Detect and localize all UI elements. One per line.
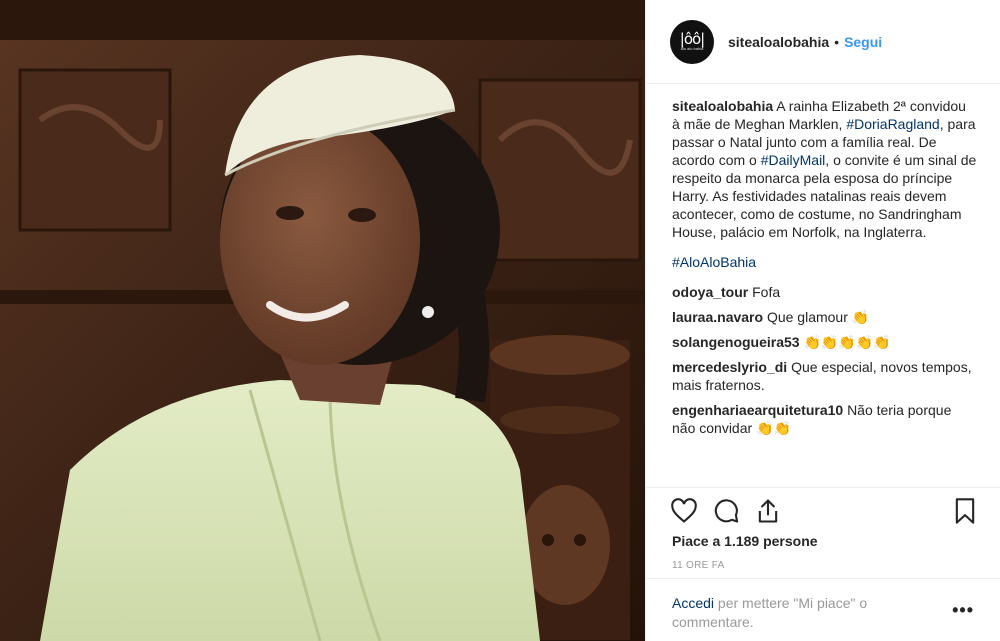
caption-hashtag-line: #AloAloBahia bbox=[672, 253, 977, 271]
hashtag-link-doriaragland[interactable]: #DoriaRagland bbox=[846, 116, 939, 132]
hashtag-link-aloalobahia[interactable]: #AloAloBahia bbox=[672, 254, 756, 270]
post-timestamp: 11 ORE FA bbox=[672, 560, 725, 571]
post-actions-bar bbox=[646, 487, 1000, 531]
heart-icon[interactable] bbox=[670, 497, 698, 525]
share-icon[interactable] bbox=[754, 497, 782, 525]
post-photo[interactable] bbox=[0, 0, 645, 641]
comments-list[interactable]: sitealoalobahia A rainha Elizabeth 2ª co… bbox=[672, 97, 977, 487]
avatar-logo-text: alo alo bahia bbox=[680, 46, 704, 51]
likes-count[interactable]: Piace a 1.189 persone bbox=[672, 533, 818, 549]
login-link[interactable]: Accedi bbox=[672, 595, 714, 611]
more-icon[interactable]: ••• bbox=[952, 600, 974, 621]
avatar-logo-glyph: |ôô| bbox=[679, 30, 705, 48]
header-separator-dot: • bbox=[834, 33, 840, 50]
post-caption: sitealoalobahia A rainha Elizabeth 2ª co… bbox=[672, 97, 977, 241]
comment-icon[interactable] bbox=[712, 497, 740, 525]
comment-text: Fofa bbox=[752, 284, 781, 300]
comment-username[interactable]: lauraa.navaro bbox=[672, 309, 763, 325]
comment-username[interactable]: mercedeslyrio_di bbox=[672, 359, 787, 375]
login-prompt: Accedi per mettere "Mi piace" o commenta… bbox=[646, 578, 1000, 641]
hashtag-link-dailymail[interactable]: #DailyMail bbox=[761, 152, 826, 168]
comment-item: engenhariaearquitetura10 Não teria porqu… bbox=[672, 401, 977, 437]
comment-text: 👏👏👏👏👏 bbox=[803, 334, 891, 350]
photo-image bbox=[0, 0, 645, 641]
post-header: |ôô| alo alo bahia sitealoalobahia • Seg… bbox=[646, 0, 1000, 84]
comment-item: mercedeslyrio_di Que especial, novos tem… bbox=[672, 358, 977, 394]
post-sidebar: |ôô| alo alo bahia sitealoalobahia • Seg… bbox=[645, 0, 1000, 641]
avatar[interactable]: |ôô| alo alo bahia bbox=[670, 19, 714, 64]
bookmark-icon[interactable] bbox=[951, 497, 979, 525]
caption-username[interactable]: sitealoalobahia bbox=[672, 98, 773, 114]
comment-item: odoya_tour Fofa bbox=[672, 283, 977, 301]
comment-username[interactable]: solangenogueira53 bbox=[672, 334, 800, 350]
header-username[interactable]: sitealoalobahia bbox=[728, 34, 829, 50]
comment-username[interactable]: odoya_tour bbox=[672, 284, 748, 300]
follow-button[interactable]: Segui bbox=[844, 34, 882, 50]
comment-username[interactable]: engenhariaearquitetura10 bbox=[672, 402, 843, 418]
comment-text: Que glamour 👏 bbox=[766, 309, 870, 325]
comment-item: lauraa.navaro Que glamour 👏 bbox=[672, 308, 977, 326]
comment-item: solangenogueira53 👏👏👏👏👏 bbox=[672, 333, 977, 351]
